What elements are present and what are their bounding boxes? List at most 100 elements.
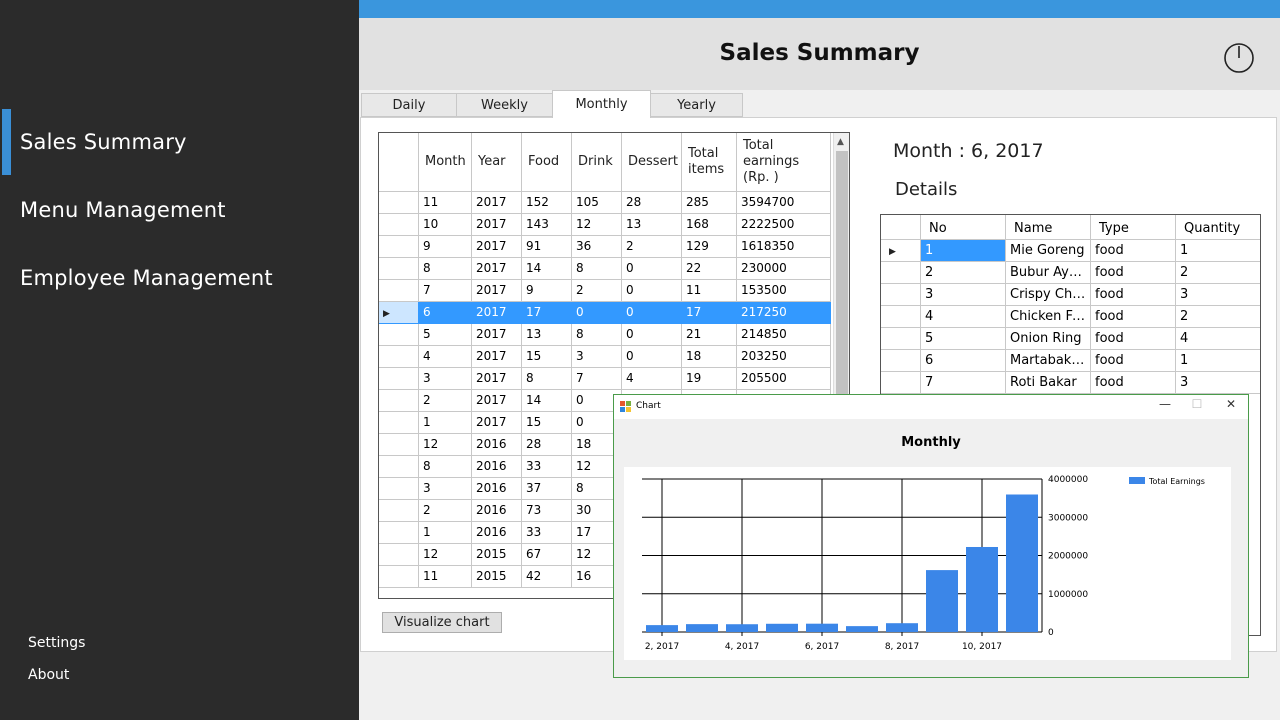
table-cell[interactable]: 13: [622, 214, 682, 236]
details-cell[interactable]: 1: [921, 240, 1006, 262]
table-cell[interactable]: 0: [572, 302, 622, 324]
table-cell[interactable]: 9: [522, 280, 572, 302]
row-header[interactable]: [881, 350, 921, 372]
details-row[interactable]: 6Martabak Minifood1: [881, 350, 1260, 372]
details-cell[interactable]: 4: [921, 306, 1006, 328]
table-cell[interactable]: 8: [522, 368, 572, 390]
details-cell[interactable]: food: [1091, 262, 1176, 284]
tab-weekly[interactable]: Weekly: [456, 93, 553, 117]
table-cell[interactable]: 4: [622, 368, 682, 390]
table-cell[interactable]: 2017: [472, 258, 522, 280]
close-icon[interactable]: ✕: [1220, 397, 1242, 411]
details-cell[interactable]: Martabak Mini: [1006, 350, 1091, 372]
table-cell[interactable]: 37: [522, 478, 572, 500]
tab-monthly[interactable]: Monthly: [552, 90, 651, 118]
details-row[interactable]: 5 Onion Ring food 4: [881, 328, 1260, 350]
table-cell[interactable]: 0: [622, 258, 682, 280]
row-header[interactable]: [379, 214, 419, 236]
details-cell[interactable]: food: [1091, 306, 1176, 328]
table-cell[interactable]: 2017: [472, 346, 522, 368]
details-cell[interactable]: 3: [1176, 372, 1260, 394]
table-cell[interactable]: 0: [622, 280, 682, 302]
grid-column-header[interactable]: Month: [419, 133, 472, 192]
table-cell[interactable]: 7: [419, 280, 472, 302]
table-cell[interactable]: 3: [419, 478, 472, 500]
table-cell[interactable]: 205500: [737, 368, 831, 390]
details-cell[interactable]: 4: [1176, 328, 1260, 350]
table-cell[interactable]: 285: [682, 192, 737, 214]
table-cell[interactable]: 2222500: [737, 214, 831, 236]
details-row[interactable]: 4 Chicken Fillet food 2: [881, 306, 1260, 328]
table-cell[interactable]: 8: [419, 456, 472, 478]
details-column-header[interactable]: Name: [1006, 215, 1091, 240]
details-cell[interactable]: 2: [921, 262, 1006, 284]
table-cell[interactable]: 33: [522, 456, 572, 478]
table-cell[interactable]: 28: [522, 434, 572, 456]
details-column-header[interactable]: [881, 215, 921, 240]
table-cell[interactable]: 2016: [472, 456, 522, 478]
table-cell[interactable]: 2: [419, 390, 472, 412]
table-cell[interactable]: 214850: [737, 324, 831, 346]
details-cell[interactable]: 7: [921, 372, 1006, 394]
table-cell[interactable]: 12: [419, 544, 472, 566]
visualize-chart-button[interactable]: Visualize chart: [382, 612, 502, 633]
grid-column-header[interactable]: [379, 133, 419, 192]
table-cell[interactable]: 1618350: [737, 236, 831, 258]
table-cell[interactable]: 5: [419, 324, 472, 346]
table-cell[interactable]: 2: [419, 500, 472, 522]
about-link[interactable]: About: [28, 667, 69, 683]
table-cell[interactable]: 2017: [472, 412, 522, 434]
table-cell[interactable]: 153500: [737, 280, 831, 302]
settings-link[interactable]: Settings: [28, 635, 85, 651]
row-header[interactable]: [881, 306, 921, 328]
table-row[interactable]: 9 2017 91 36 2 129 1618350: [379, 236, 831, 258]
sidebar-item-employee-management[interactable]: Employee Management: [0, 245, 359, 311]
table-cell[interactable]: 2017: [472, 302, 522, 324]
chart-window[interactable]: Chart — ☐ ✕ Monthly 0 1000000 2000000 30000…: [613, 394, 1249, 678]
table-cell[interactable]: 2015: [472, 544, 522, 566]
table-row[interactable]: 3 2017 8 7 4 19 205500: [379, 368, 831, 390]
details-cell[interactable]: 3: [1176, 284, 1260, 306]
details-column-header[interactable]: No: [921, 215, 1006, 240]
table-cell[interactable]: 2017: [472, 280, 522, 302]
row-header[interactable]: [379, 456, 419, 478]
table-cell[interactable]: 67: [522, 544, 572, 566]
details-cell[interactable]: Mie Goreng: [1006, 240, 1091, 262]
table-cell[interactable]: 203250: [737, 346, 831, 368]
table-cell[interactable]: 2017: [472, 192, 522, 214]
table-cell[interactable]: 17: [522, 302, 572, 324]
table-row[interactable]: 11 2017 152 105 28 285 3594700: [379, 192, 831, 214]
row-header[interactable]: [379, 566, 419, 588]
details-cell[interactable]: 6: [921, 350, 1006, 372]
table-cell[interactable]: 14: [522, 258, 572, 280]
row-header[interactable]: [881, 328, 921, 350]
table-row[interactable]: 5 2017 13 8 0 21 214850: [379, 324, 831, 346]
table-cell[interactable]: 14: [522, 390, 572, 412]
table-cell[interactable]: 105: [572, 192, 622, 214]
table-cell[interactable]: 21: [682, 324, 737, 346]
table-cell[interactable]: 2016: [472, 500, 522, 522]
table-cell[interactable]: 15: [522, 346, 572, 368]
table-cell[interactable]: 168: [682, 214, 737, 236]
row-header[interactable]: [379, 324, 419, 346]
table-cell[interactable]: 12: [419, 434, 472, 456]
table-cell[interactable]: 1: [419, 522, 472, 544]
row-header[interactable]: [881, 284, 921, 306]
details-cell[interactable]: Chicken Fillet: [1006, 306, 1091, 328]
table-cell[interactable]: 91: [522, 236, 572, 258]
table-row[interactable]: 8 2017 14 8 0 22 230000: [379, 258, 831, 280]
table-cell[interactable]: 2017: [472, 214, 522, 236]
table-cell[interactable]: 73: [522, 500, 572, 522]
row-header[interactable]: [379, 346, 419, 368]
table-cell[interactable]: 28: [622, 192, 682, 214]
table-cell[interactable]: 8: [572, 258, 622, 280]
grid-column-header[interactable]: Drink: [572, 133, 622, 192]
table-cell[interactable]: 2017: [472, 324, 522, 346]
details-cell[interactable]: Onion Ring: [1006, 328, 1091, 350]
details-cell[interactable]: 5: [921, 328, 1006, 350]
table-row[interactable]: 7 2017 9 2 0 11 153500: [379, 280, 831, 302]
tab-yearly[interactable]: Yearly: [650, 93, 743, 117]
row-header[interactable]: [379, 522, 419, 544]
row-header[interactable]: [379, 500, 419, 522]
row-header[interactable]: [379, 412, 419, 434]
